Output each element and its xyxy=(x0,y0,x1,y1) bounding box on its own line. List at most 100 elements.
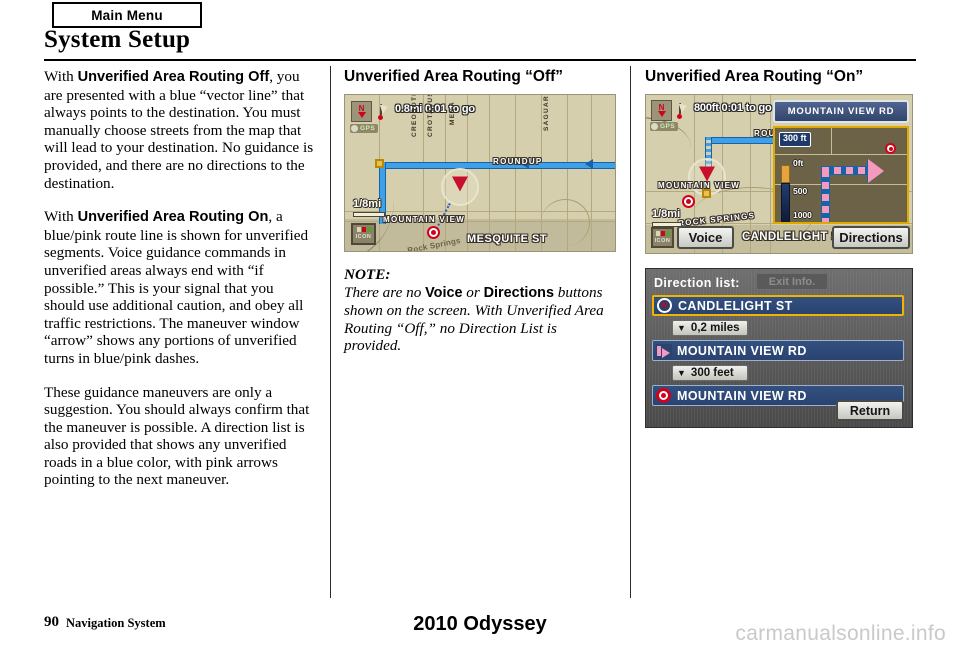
maneuver-arrow-head xyxy=(868,159,884,183)
right-column: Unverified Area Routing “On” N GPS 800ft… xyxy=(645,68,917,428)
distance-time-readout: 0.8mi 0:01 to go xyxy=(395,103,475,115)
main-menu-tab-label: Main Menu xyxy=(91,7,163,23)
map-road-vertical xyxy=(423,95,424,251)
street-label-mesquite: MESQUITE ST xyxy=(467,233,548,245)
route-direction-arrow xyxy=(585,159,593,169)
street-label-creosote: CREOSOTE xyxy=(411,94,418,137)
voice-button[interactable]: Voice xyxy=(677,226,734,249)
street-label-mountain-view: MOUNTAIN VIEW xyxy=(383,215,466,224)
paragraph-routing-on: With Unverified Area Routing On, a blue/… xyxy=(44,208,316,367)
paragraph-routing-off: With Unverified Area Routing Off, you ar… xyxy=(44,68,316,192)
direction-row-1[interactable]: N CANDLELIGHT ST xyxy=(652,295,904,316)
vehicle-position-icon xyxy=(441,168,479,206)
street-label-mesa: MESA xyxy=(449,101,456,125)
route-waypoint-marker xyxy=(375,159,384,168)
distance-time-readout: 800ft 0:01 to go xyxy=(694,102,772,114)
north-up-icon[interactable]: N xyxy=(351,101,372,122)
page-title: System Setup xyxy=(44,26,191,53)
main-menu-tab[interactable]: Main Menu xyxy=(52,2,202,28)
directions-button[interactable]: Directions xyxy=(832,226,910,249)
left-text-column: With Unverified Area Routing Off, you ar… xyxy=(44,68,316,505)
chevron-down-icon: ▼ xyxy=(677,322,686,333)
street-label-crotalus: CROTALUS xyxy=(427,94,434,137)
turn-flag-dot-icon xyxy=(677,114,682,119)
maneuver-road xyxy=(831,128,832,154)
map-road-vertical xyxy=(515,95,516,251)
title-divider-rule xyxy=(44,59,916,61)
map-curved-road xyxy=(541,199,590,246)
note-text-1: There are no xyxy=(344,283,426,301)
maneuver-scale-500: 500 xyxy=(793,186,808,196)
north-label: N xyxy=(658,103,665,112)
direction-row-3-label: MOUNTAIN VIEW RD xyxy=(677,388,807,403)
current-street-label: CANDLELIGHT ST xyxy=(742,231,847,243)
note-block: NOTE: There are no Voice or Directions bu… xyxy=(344,266,616,355)
street-label-roundup: ROUNDUP xyxy=(493,157,543,166)
para2-rest: , a blue/pink route line is shown for un… xyxy=(44,208,309,367)
direction-gap-1: ▼ 0,2 miles xyxy=(672,320,748,336)
note-bold-directions: Directions xyxy=(483,284,554,301)
street-label-saguaro: SAGUARO xyxy=(543,94,550,131)
map-scale-label: 1/8mi xyxy=(652,208,681,220)
chevron-down-icon: ▼ xyxy=(677,367,686,378)
exit-info-label: Exit Info. xyxy=(768,275,816,288)
route-waypoint-marker xyxy=(702,189,711,198)
maneuver-destination-marker xyxy=(885,143,896,154)
map-scale-label: 1/8mi xyxy=(353,198,382,210)
direction-gap-1-label: 0,2 miles xyxy=(690,322,740,334)
maneuver-scale-1000: 1000 xyxy=(793,210,812,220)
destination-icon xyxy=(655,387,672,404)
map-road-vertical xyxy=(489,95,490,251)
column-divider-right xyxy=(630,66,631,598)
para1-bold-term: Unverified Area Routing Off xyxy=(77,69,270,85)
direction-gap-2-label: 300 feet xyxy=(690,367,734,379)
voice-button-label: Voice xyxy=(688,230,723,245)
north-up-icon[interactable]: N xyxy=(651,100,672,121)
return-button-label: Return xyxy=(849,403,891,418)
maneuver-gauge-bar xyxy=(781,183,790,222)
map-icon-button-label: ICON xyxy=(654,238,671,244)
para2-bold-term: Unverified Area Routing On xyxy=(77,209,269,226)
heading-routing-off: Unverified Area Routing “Off” xyxy=(344,68,564,85)
maneuver-window: 300 ft 0ft 500 1000 xyxy=(773,126,909,224)
return-button[interactable]: Return xyxy=(836,400,904,421)
middle-column: Unverified Area Routing “Off” N GPS 0.8m… xyxy=(344,68,616,355)
nav-screen-routing-on: N GPS 800ft 0:01 to go ROUND MOUNTAIN VI… xyxy=(645,94,913,254)
direction-gap-2: ▼ 300 feet xyxy=(672,365,748,381)
direction-row-2[interactable]: MOUNTAIN VIEW RD xyxy=(652,340,904,361)
direction-row-2-label: MOUNTAIN VIEW RD xyxy=(677,343,807,358)
maneuver-distance-chip: 300 ft xyxy=(779,132,811,147)
gps-status-badge: GPS xyxy=(350,124,379,133)
compass-icon: N xyxy=(656,297,673,314)
map-icon-button-label: ICON xyxy=(355,234,372,240)
north-label: N xyxy=(358,104,365,113)
gps-label: GPS xyxy=(360,125,376,132)
gps-status-badge: GPS xyxy=(650,122,679,131)
map-icon-button[interactable]: ICON xyxy=(351,223,376,245)
paragraph-guidance-suggestion: These guidance maneuvers are only a sugg… xyxy=(44,383,310,489)
note-label: NOTE: xyxy=(344,266,391,283)
heading-routing-on: Unverified Area Routing “On” xyxy=(645,68,864,85)
column-divider-left xyxy=(330,66,331,598)
note-text-2: or xyxy=(462,283,484,301)
nav-screen-routing-off: N GPS 0.8mi 0:01 to go ROUNDUP MOUNTAIN … xyxy=(344,94,616,252)
maneuver-road xyxy=(775,154,907,155)
maneuver-scale-0ft: 0ft xyxy=(793,158,804,168)
para1-lead: With xyxy=(44,68,78,85)
gps-label: GPS xyxy=(660,123,676,130)
maneuver-road xyxy=(775,184,907,185)
destination-marker xyxy=(427,226,440,239)
para2-lead: With xyxy=(44,208,78,226)
street-label-mountain-view: MOUNTAIN VIEW xyxy=(658,181,741,190)
exit-info-button[interactable]: Exit Info. xyxy=(756,273,828,290)
note-bold-voice: Voice xyxy=(425,284,463,301)
map-road-vertical xyxy=(591,95,592,251)
para1-rest: , you are presented with a blue “vector … xyxy=(44,68,314,192)
maneuver-dashed-vertical xyxy=(822,170,829,222)
site-watermark: carmanualsonline.info xyxy=(735,622,946,645)
turn-flag-dot-icon xyxy=(378,115,383,120)
destination-marker xyxy=(682,195,695,208)
map-icon-button[interactable]: ICON xyxy=(651,227,674,248)
direction-row-1-label: CANDLELIGHT ST xyxy=(678,298,793,313)
map-scale-bar xyxy=(353,212,385,217)
